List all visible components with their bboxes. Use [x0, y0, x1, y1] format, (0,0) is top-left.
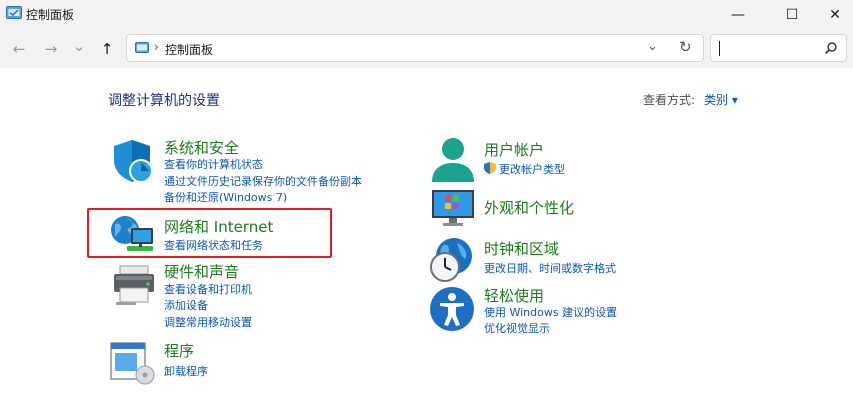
category-ease-of-access[interactable]: 轻松使用 [484, 285, 544, 306]
link-file-history[interactable]: 通过文件历史记录保存你的文件备份副本 [164, 173, 362, 189]
breadcrumb-separator: › [154, 40, 159, 54]
category-system-security[interactable]: 系统和安全 [164, 137, 239, 158]
address-dropdown-icon[interactable]: ⌄ [647, 39, 658, 54]
view-by-dropdown[interactable]: 类别 ▾ [704, 91, 738, 108]
shield-icon[interactable] [110, 138, 158, 186]
text-cursor [719, 41, 720, 56]
link-optimize-display[interactable]: 优化视觉显示 [484, 320, 550, 336]
recent-locations-button[interactable]: ⌄ [69, 37, 89, 55]
link-uninstall-program[interactable]: 卸载程序 [164, 363, 208, 379]
uac-shield-icon [484, 162, 496, 174]
programs-icon[interactable] [109, 341, 157, 385]
link-devices-printers[interactable]: 查看设备和打印机 [164, 281, 252, 297]
category-clock-region[interactable]: 时钟和区域 [484, 238, 559, 259]
control-panel-icon [135, 42, 149, 53]
network-globe-icon[interactable] [109, 214, 157, 254]
back-button[interactable]: ← [9, 40, 29, 58]
monitor-icon[interactable] [431, 189, 475, 227]
link-backup-restore[interactable]: 备份和还原(Windows 7) [164, 189, 287, 205]
view-by-label: 查看方式: [643, 93, 696, 107]
up-button[interactable]: ↑ [97, 40, 117, 58]
minimize-button[interactable]: — [715, 0, 761, 30]
search-icon[interactable] [824, 41, 838, 55]
title-bar: 控制面板 — ☐ ✕ [0, 0, 853, 30]
printer-icon[interactable] [112, 264, 158, 306]
window-title: 控制面板 [26, 8, 75, 22]
control-panel-icon [6, 6, 22, 19]
close-button[interactable]: ✕ [812, 0, 853, 30]
accessibility-icon[interactable] [429, 286, 475, 332]
category-user-accounts[interactable]: 用户帐户 [484, 139, 544, 160]
page-title: 调整计算机的设置 [108, 93, 220, 109]
link-recommended-settings[interactable]: 使用 Windows 建议的设置 [484, 304, 617, 320]
link-view-network-status[interactable]: 查看网络状态和任务 [164, 237, 263, 253]
category-appearance-personalization[interactable]: 外观和个性化 [484, 197, 574, 218]
refresh-icon[interactable]: ↻ [679, 38, 692, 56]
category-network-internet[interactable]: 网络和 Internet [164, 216, 273, 237]
forward-button[interactable]: → [41, 40, 61, 58]
user-icon[interactable] [430, 136, 476, 186]
link-change-date-time-format[interactable]: 更改日期、时间或数字格式 [484, 260, 616, 276]
category-programs[interactable]: 程序 [164, 340, 194, 361]
address-bar[interactable]: › 控制面板 ⌄ ↻ [126, 34, 704, 62]
breadcrumb-control-panel[interactable]: 控制面板 [165, 41, 213, 58]
link-mobility-settings[interactable]: 调整常用移动设置 [164, 314, 252, 330]
clock-globe-icon[interactable] [429, 237, 475, 283]
link-change-account-type[interactable]: 更改帐户类型 [499, 161, 565, 177]
link-add-device[interactable]: 添加设备 [164, 297, 208, 313]
maximize-button[interactable]: ☐ [769, 0, 815, 30]
category-hardware-sound[interactable]: 硬件和声音 [164, 261, 239, 282]
link-view-computer-status[interactable]: 查看你的计算机状态 [164, 156, 263, 172]
search-input[interactable] [710, 34, 847, 62]
